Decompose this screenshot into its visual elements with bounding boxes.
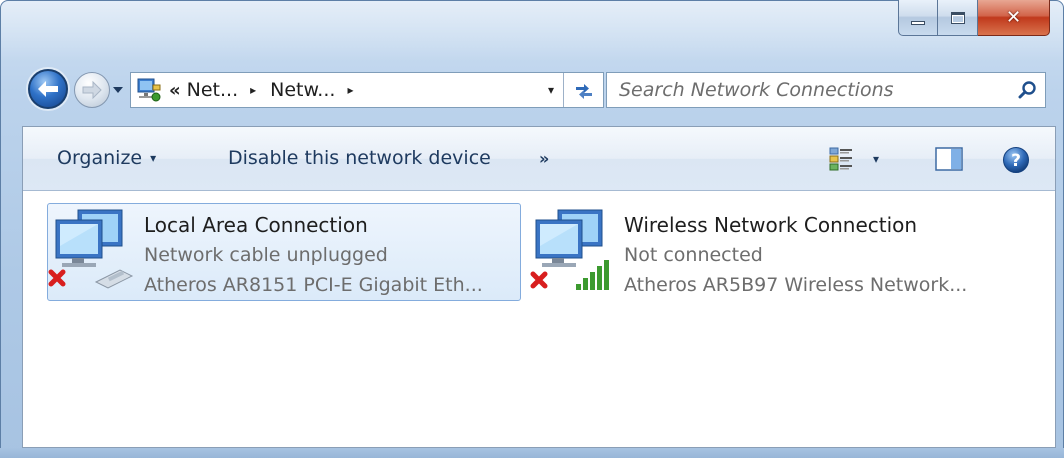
connection-item-local-area[interactable]: Local Area Connection Network cable unpl…: [47, 203, 521, 301]
network-connections-icon: [135, 76, 163, 104]
back-arrow-icon: [38, 81, 58, 97]
forward-button[interactable]: [74, 72, 110, 108]
more-commands-label: »: [539, 149, 550, 168]
view-details-icon: [829, 147, 852, 171]
window-bottom-border: [0, 448, 1064, 458]
minimize-button[interactable]: [898, 0, 938, 36]
command-bar: Organize ▾ Disable this network device »…: [23, 127, 1055, 191]
back-button[interactable]: [28, 69, 68, 109]
maximize-icon: [950, 11, 965, 24]
disable-device-label: Disable this network device: [228, 147, 491, 169]
address-overflow-chevron[interactable]: «: [169, 80, 181, 101]
disable-device-button[interactable]: Disable this network device: [228, 147, 491, 169]
breadcrumb-network[interactable]: Net...: [187, 79, 238, 101]
connection-status: Not connected: [624, 244, 763, 266]
preview-pane-icon: [935, 147, 963, 171]
content-pane: Organize ▾ Disable this network device »…: [22, 126, 1056, 448]
forward-arrow-icon: [82, 81, 102, 99]
maximize-button[interactable]: [938, 0, 978, 36]
preview-pane-button[interactable]: [933, 145, 965, 173]
connection-device: Atheros AR5B97 Wireless Network...: [624, 274, 968, 296]
change-view-button[interactable]: ▾: [829, 145, 895, 173]
breadcrumb-arrow[interactable]: ▸: [250, 83, 256, 97]
connection-status: Network cable unplugged: [144, 244, 388, 266]
address-bar[interactable]: « Net... ▸ Netw... ▸ ▾: [130, 72, 604, 108]
connection-text: Local Area Connection Network cable unpl…: [144, 204, 483, 300]
recent-pages-button[interactable]: [112, 84, 124, 96]
wired-network-adapter-icon: [48, 204, 144, 300]
minimize-icon: [911, 20, 925, 25]
refresh-button[interactable]: [563, 73, 603, 107]
navigation-bar: « Net... ▸ Netw... ▸ ▾: [24, 66, 1054, 114]
organize-label: Organize: [57, 147, 143, 169]
search-icon[interactable]: [1011, 73, 1045, 107]
help-button[interactable]: ?: [1001, 145, 1031, 175]
refresh-icon: [575, 84, 592, 99]
svg-text:?: ?: [1011, 151, 1021, 171]
breadcrumb-network-internet[interactable]: Netw...: [270, 79, 335, 101]
search-input[interactable]: [607, 73, 1011, 107]
connection-item-wireless[interactable]: Wireless Network Connection Not connecte…: [527, 203, 1027, 301]
connection-name: Local Area Connection: [144, 213, 368, 237]
chevron-down-icon: ▾: [873, 152, 880, 166]
connection-device: Atheros AR8151 PCI-E Gigabit Eth...: [144, 274, 483, 296]
help-icon: ?: [1003, 147, 1029, 173]
breadcrumb-arrow[interactable]: ▸: [347, 83, 353, 97]
connection-text: Wireless Network Connection Not connecte…: [624, 204, 967, 300]
wireless-network-adapter-icon: [528, 204, 624, 300]
search-box: [606, 72, 1046, 108]
connection-name: Wireless Network Connection: [624, 213, 918, 237]
close-icon: ✕: [1005, 7, 1022, 28]
chevron-down-icon: ▾: [150, 151, 157, 165]
more-commands-button[interactable]: »: [539, 149, 549, 168]
chevron-down-icon: [113, 87, 123, 93]
close-button[interactable]: ✕: [978, 0, 1050, 36]
organize-button[interactable]: Organize ▾: [57, 147, 156, 169]
caption-buttons: ✕: [898, 0, 1050, 42]
address-dropdown-button[interactable]: ▾: [541, 73, 561, 107]
